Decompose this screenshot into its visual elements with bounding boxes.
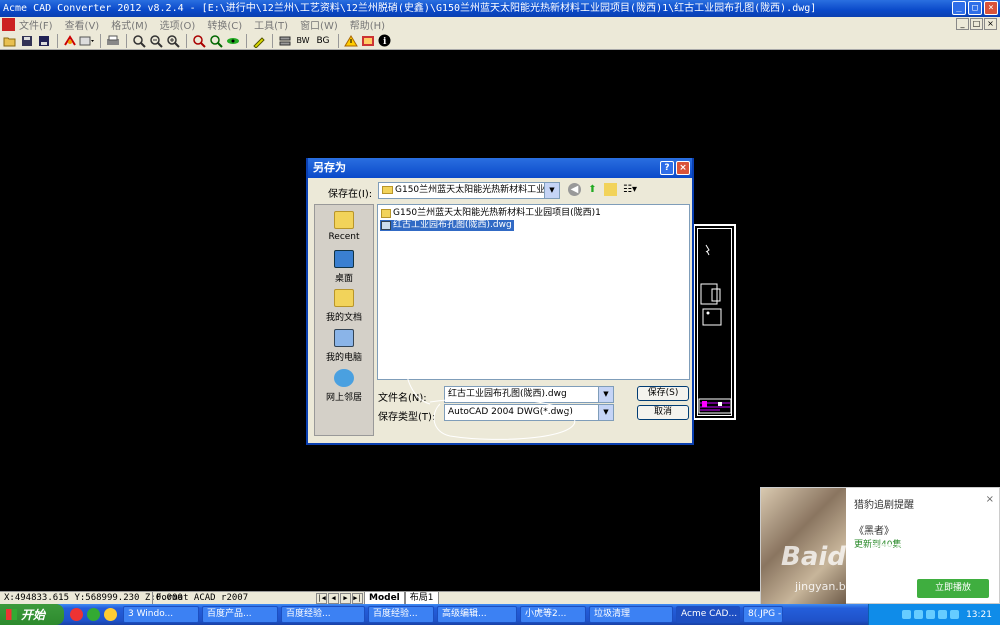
next-tab-button[interactable]: ▶ <box>340 592 351 604</box>
prev-tab-button[interactable]: ◀ <box>328 592 339 604</box>
watermark-url: jingyan.baidu.com <box>795 580 897 593</box>
last-tab-button[interactable]: ▶| <box>352 592 363 604</box>
notification-title: 猎豹追剧提醒 <box>854 500 914 511</box>
system-tray: 13:21 <box>868 604 1000 625</box>
windows-logo-icon <box>6 609 17 620</box>
taskbar-item[interactable]: 3 Windo... <box>123 606 199 623</box>
quick-launch-icon[interactable] <box>104 608 117 621</box>
tray-icon[interactable] <box>938 610 948 619</box>
tab-layout1[interactable]: 布局1 <box>404 591 439 605</box>
quick-launch-icon[interactable] <box>70 608 83 621</box>
notification-popup: 猎豹追剧提醒 × 《黑者》 更新到40集 Baidu经验 jingyan.bai… <box>760 487 1000 605</box>
taskbar: 开始 3 Windo... 百度产品... 百度经验... 百度经验... 高级… <box>0 604 1000 625</box>
quick-launch <box>70 608 117 621</box>
tray-icon[interactable] <box>950 610 960 619</box>
taskbar-item[interactable]: 百度产品... <box>202 606 278 623</box>
close-icon[interactable]: × <box>986 494 994 505</box>
format-readout: Format ACAD r2007 <box>152 592 248 604</box>
tray-icon[interactable] <box>926 610 936 619</box>
taskbar-item[interactable]: 百度经验... <box>368 606 434 623</box>
first-tab-button[interactable]: |◀ <box>316 592 327 604</box>
tab-model[interactable]: Model <box>364 591 405 605</box>
play-now-button[interactable]: 立即播放 <box>917 579 989 598</box>
show-title: 《黑者》 <box>854 526 894 537</box>
taskbar-item[interactable]: 百度经验... <box>281 606 365 623</box>
taskbar-item[interactable]: 高级编辑... <box>437 606 517 623</box>
taskbar-item-active[interactable]: Acme CAD... <box>676 606 740 623</box>
tray-icon[interactable] <box>902 610 912 619</box>
clock: 13:21 <box>966 609 992 620</box>
start-label: 开始 <box>21 608 46 622</box>
start-button[interactable]: 开始 <box>0 604 64 625</box>
tray-icon[interactable] <box>914 610 924 619</box>
taskbar-item[interactable]: 小虎等2... <box>520 606 586 623</box>
annotation-text: 这里要保存的格式要与你版本一致哦 <box>447 306 537 328</box>
taskbar-item[interactable]: 垃圾清理 <box>589 606 673 623</box>
watermark: Baidu经验 <box>781 542 917 572</box>
taskbar-item[interactable]: 8(.JPG -... <box>743 606 783 623</box>
quick-launch-icon[interactable] <box>87 608 100 621</box>
